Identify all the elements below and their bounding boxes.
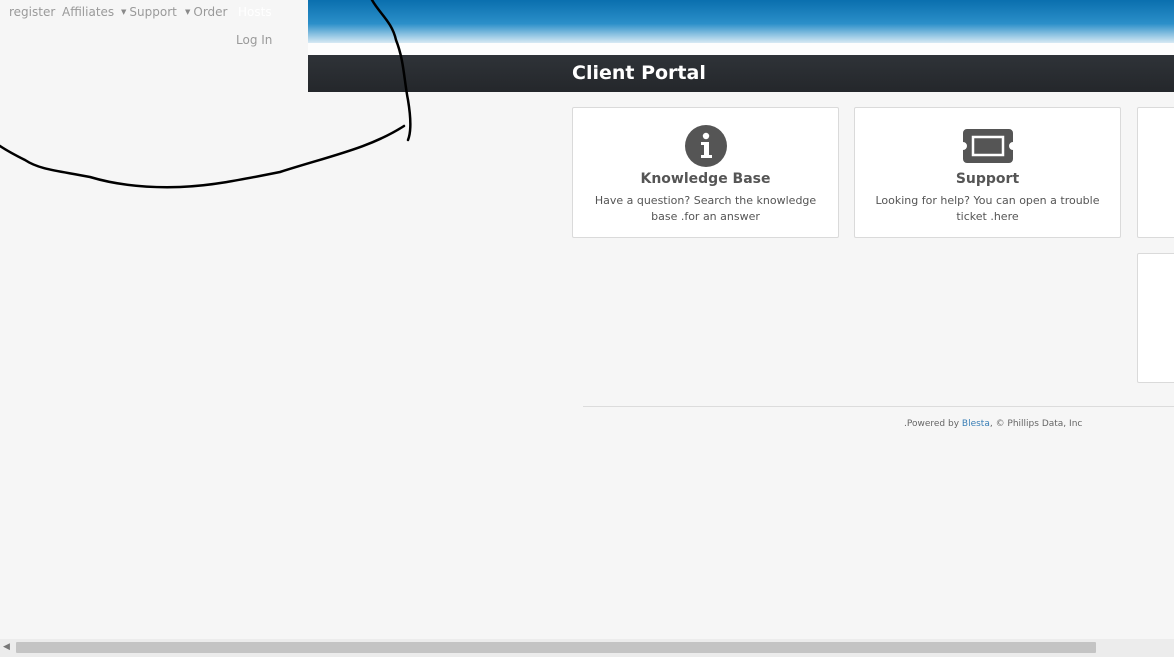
nav-order[interactable]: ▼ Order xyxy=(185,5,228,19)
card-support[interactable]: Support Looking for help? You can open a… xyxy=(854,107,1121,238)
horizontal-scrollbar[interactable]: ◀ xyxy=(0,639,1174,657)
page-title: Client Portal xyxy=(572,62,706,84)
card-partial[interactable] xyxy=(1137,107,1174,238)
card-description: Have a question? Search the knowledge ba… xyxy=(594,194,817,223)
nav-order-label: Order xyxy=(193,5,228,19)
footer-suffix: , © Phillips Data, Inc xyxy=(989,419,1083,429)
card-description: Looking for help? You can open a trouble… xyxy=(875,194,1100,223)
card-title: Support xyxy=(955,171,1020,187)
nav-hosts[interactable]: Hosts xyxy=(238,5,272,19)
header-banner xyxy=(308,0,1174,43)
nav-affiliates[interactable]: Affiliates xyxy=(62,5,114,19)
blesta-link[interactable]: Blesta xyxy=(962,419,990,429)
nav-register[interactable]: register xyxy=(9,5,55,19)
footer-prefix: .Powered by xyxy=(904,419,962,429)
card-partial[interactable] xyxy=(1137,253,1174,383)
nav-support[interactable]: ▼ Support xyxy=(121,5,177,19)
card-title: Knowledge Base xyxy=(640,171,771,187)
scroll-thumb[interactable] xyxy=(16,642,1096,653)
ticket-icon xyxy=(962,129,1013,163)
info-icon xyxy=(684,125,727,167)
title-bar xyxy=(308,55,1174,92)
nav-panel: register Affiliates ▼ Support ▼ Order Host… xyxy=(0,0,308,92)
login-link[interactable]: Log In xyxy=(236,33,272,47)
nav-support-label: Support xyxy=(129,5,177,19)
card-knowledge-base[interactable]: Knowledge Base Have a question? Search t… xyxy=(572,107,839,238)
footer: .Powered by Blesta, © Phillips Data, Inc xyxy=(904,419,1082,429)
caret-down-icon: ▼ xyxy=(185,8,191,16)
header-divider xyxy=(308,43,1174,55)
caret-down-icon: ▼ xyxy=(121,8,127,16)
freehand-annotation xyxy=(0,0,412,189)
scroll-left-icon[interactable]: ◀ xyxy=(3,642,10,652)
footer-divider xyxy=(583,406,1174,407)
